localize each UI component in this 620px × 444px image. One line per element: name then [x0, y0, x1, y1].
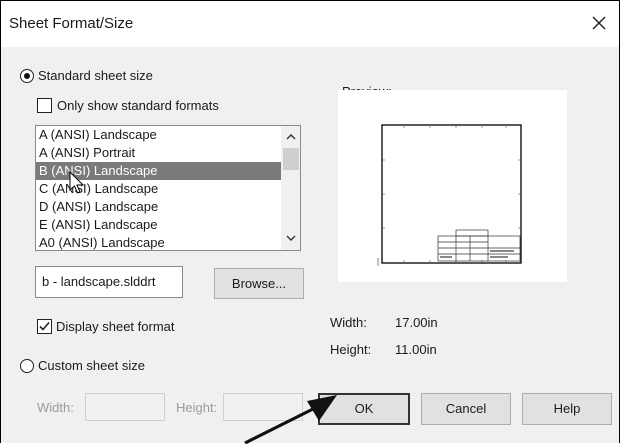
cancel-button[interactable]: Cancel — [421, 393, 511, 425]
list-item[interactable]: E (ANSI) Landscape — [36, 216, 282, 234]
scroll-down-icon[interactable] — [286, 234, 296, 242]
display-sheet-format-label: Display sheet format — [56, 319, 175, 334]
custom-width-input[interactable] — [85, 393, 165, 421]
sheet-format-size-dialog: Sheet Format/Size Standard sheet size On… — [0, 0, 620, 444]
list-item[interactable]: A (ANSI) Landscape — [36, 126, 282, 144]
display-sheet-format-checkbox[interactable] — [37, 319, 52, 334]
only-standard-formats-checkbox[interactable] — [37, 98, 52, 113]
sheet-width-label: Width: — [330, 315, 367, 330]
custom-width-label: Width: — [37, 400, 74, 415]
browse-button[interactable]: Browse... — [214, 268, 304, 299]
scroll-thumb[interactable] — [283, 148, 299, 170]
only-standard-formats-label: Only show standard formats — [57, 98, 219, 113]
sheet-height-value: 11.00in — [395, 342, 437, 357]
close-icon[interactable] — [587, 11, 611, 35]
scroll-up-icon[interactable] — [286, 133, 296, 141]
annotation-arrow-icon — [244, 395, 337, 444]
title-bar: Sheet Format/Size — [1, 1, 619, 47]
help-button[interactable]: Help — [522, 393, 612, 425]
standard-sheet-size-label: Standard sheet size — [38, 68, 153, 83]
dialog-title: Sheet Format/Size — [9, 15, 134, 32]
list-item[interactable]: A (ANSI) Portrait — [36, 144, 282, 162]
sheet-width-value: 17.00in — [395, 315, 438, 330]
checkmark-icon — [39, 321, 50, 331]
sheet-preview — [338, 90, 567, 282]
list-scrollbar[interactable] — [281, 126, 300, 250]
list-item[interactable]: A0 (ANSI) Landscape — [36, 234, 282, 250]
list-item[interactable]: D (ANSI) Landscape — [36, 198, 282, 216]
standard-sheet-size-radio[interactable] — [20, 69, 34, 83]
custom-height-label: Height: — [176, 400, 218, 415]
mouse-pointer-icon — [69, 171, 85, 194]
custom-sheet-size-radio[interactable] — [20, 359, 34, 373]
custom-sheet-size-label: Custom sheet size — [38, 358, 145, 373]
sheet-format-file-input[interactable]: b - landscape.slddrt — [35, 266, 183, 298]
sheet-preview-drawing — [377, 124, 522, 266]
sheet-height-label: Height: — [330, 342, 372, 357]
